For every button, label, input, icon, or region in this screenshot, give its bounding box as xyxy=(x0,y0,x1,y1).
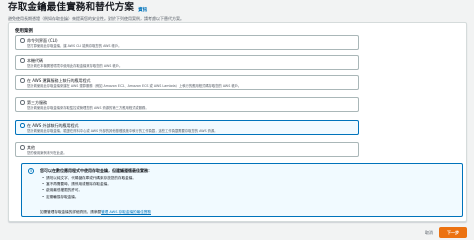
use-case-panel: 使用案例 命令列界面 (CLI) 您打算使用此存取金鑰，讓 AWS CLI 能夠… xyxy=(8,22,467,222)
page-subtitle: 避免使用長期憑證（例如存取金鑰）來提高您的安全性。對於下列使用案例，請考慮以下替… xyxy=(8,16,184,21)
radio-button[interactable] xyxy=(20,78,25,83)
option-title: 本機代碼 xyxy=(27,57,43,63)
radio-button[interactable] xyxy=(20,58,25,63)
option-title: 其他 xyxy=(27,144,35,150)
best-practices-infobox: i 您可以在數位應用程式中使用存取金鑰，但建議遵循最佳實務： 請勿以純文字、代碼… xyxy=(21,163,463,217)
cancel-button[interactable]: 取消 xyxy=(425,230,433,236)
wizard-footer: 取消 下一步 xyxy=(425,227,467,238)
option-description: 您打算使用此存取金鑰，讓 AWS CLI 能夠存取您的 AWS 帳戶。 xyxy=(27,43,122,48)
option-third-party[interactable]: 第三方服務 您計劃使用此存取金鑰來存取監控或管理您的 AWS 資源的第三方應用程… xyxy=(15,97,359,112)
option-description: 您計劃使用此存取金鑰來存取監控或管理您的 AWS 資源的第三方應用程式或服務。 xyxy=(27,105,149,110)
infobox-heading: 您可以在數位應用程式中使用存取金鑰，但建議遵循最佳實務： xyxy=(40,168,152,173)
best-practices-link[interactable]: 管理 AWS 存取金鑰的最佳實務 xyxy=(101,210,151,214)
option-title: 在 AWS 運算服務上執行的應用程式 xyxy=(27,77,91,83)
option-description: 您計劃使用此存取金鑰來讓在 AWS 運算服務（例如 Amazon EC2、Ama… xyxy=(27,83,242,88)
page-title: 存取金鑰最佳實務和替代方案 xyxy=(8,2,135,13)
option-description: 您計劃在本機開發環境中使用此存取金鑰來存取您的 AWS 帳戶。 xyxy=(27,63,123,68)
option-title: 命令列界面 (CLI) xyxy=(27,37,58,43)
radio-button[interactable] xyxy=(20,145,25,150)
option-title: 在 AWS 外部執行的應用程式 xyxy=(27,122,79,128)
page-header: 存取金鑰最佳實務和替代方案 資訊 避免使用長期憑證（例如存取金鑰）來提高您的安全… xyxy=(8,2,468,21)
option-description: 您的使用案例未列在此處。 xyxy=(27,150,67,155)
radio-button[interactable] xyxy=(20,38,25,43)
option-other[interactable]: 其他 您的使用案例未列在此處。 xyxy=(15,142,359,157)
title-row: 存取金鑰最佳實務和替代方案 資訊 xyxy=(8,2,468,14)
info-link[interactable]: 資訊 xyxy=(138,7,147,13)
radio-button[interactable] xyxy=(20,100,25,105)
option-cli[interactable]: 命令列界面 (CLI) 您打算使用此存取金鑰，讓 AWS CLI 能夠存取您的 … xyxy=(15,35,359,50)
best-practices-list: 請勿以純文字、代碼儲存庫或代碼來存放您的存取金鑰。 當不再需要時，請停用或刪除存… xyxy=(42,175,136,200)
radio-button-selected[interactable] xyxy=(20,123,25,128)
option-title: 第三方服務 xyxy=(27,99,47,105)
option-description: 您計劃使用此存取金鑰，驗證在資料中心或 AWS 外部的其他基礎設施中執行的工作負… xyxy=(27,128,218,133)
infobox-footer: 如需管理存取金鑰的詳細資訊，請參閱管理 AWS 存取金鑰的最佳實務 xyxy=(40,210,151,215)
option-aws-compute[interactable]: 在 AWS 運算服務上執行的應用程式 您計劃使用此存取金鑰來讓在 AWS 運算服… xyxy=(15,75,359,90)
section-label: 使用案例 xyxy=(15,29,33,34)
option-local-code[interactable]: 本機代碼 您計劃在本機開發環境中使用此存取金鑰來存取您的 AWS 帳戶。 xyxy=(15,55,359,70)
info-icon: i xyxy=(28,168,34,174)
next-button[interactable]: 下一步 xyxy=(439,227,467,238)
infobox-footer-text: 如需管理存取金鑰的詳細資訊，請參閱 xyxy=(40,210,102,214)
list-item: 定期輪換存取金鑰。 xyxy=(42,194,136,200)
option-outside-aws[interactable]: 在 AWS 外部執行的應用程式 您計劃使用此存取金鑰，驗證在資料中心或 AWS … xyxy=(15,120,359,135)
